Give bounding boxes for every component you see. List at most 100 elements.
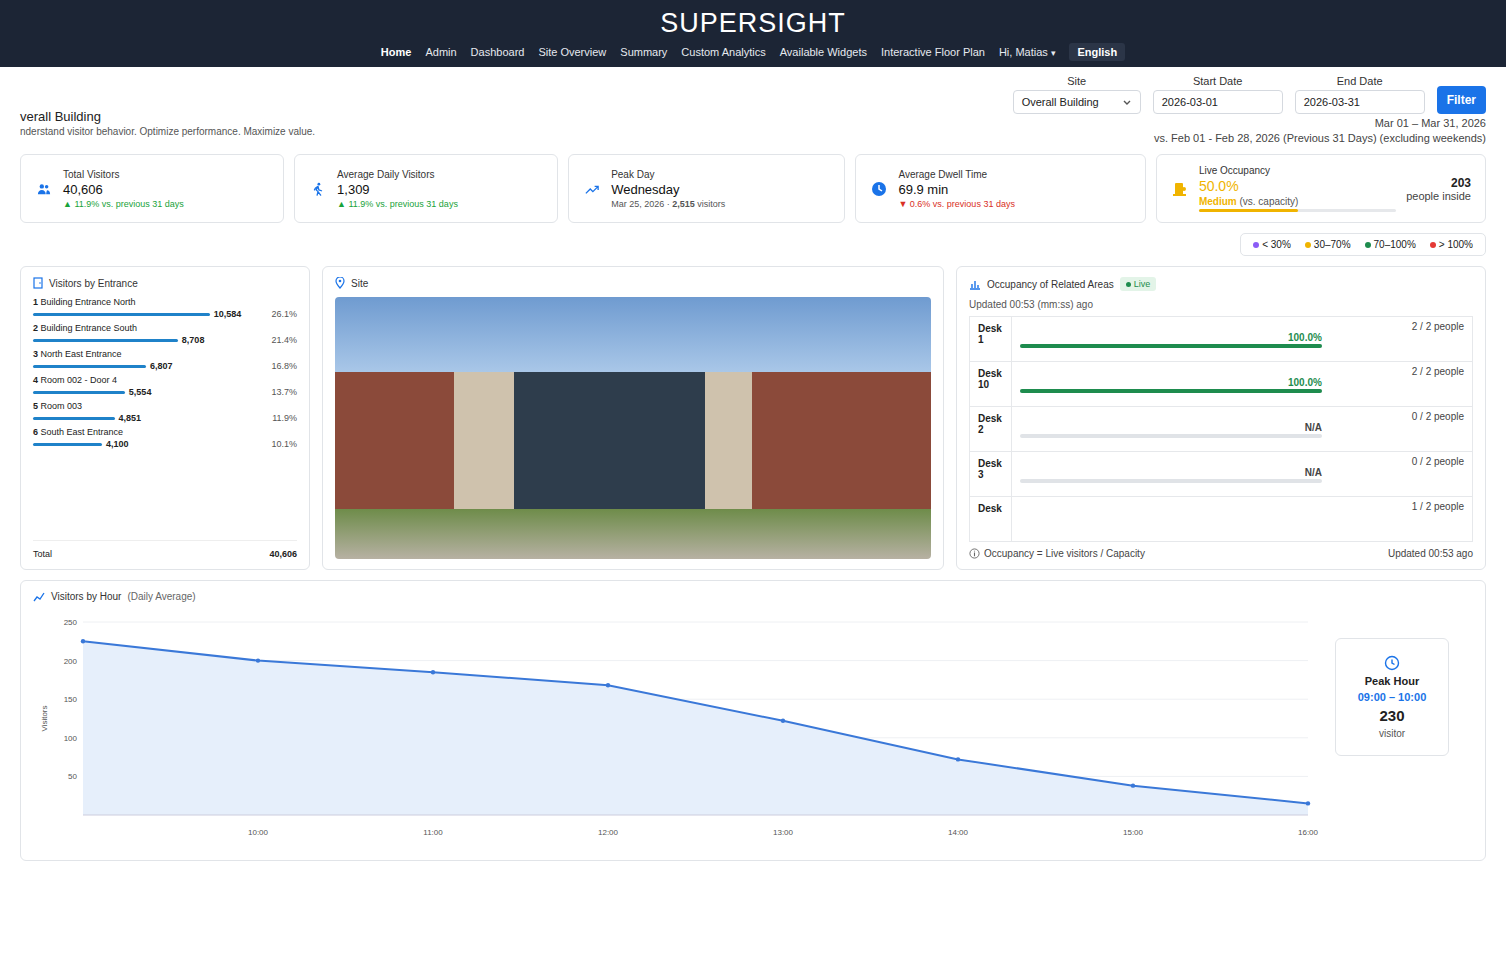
entrance-row[interactable]: 1 Building Entrance North 10,584 26.1% — [33, 297, 297, 319]
entrance-count: 6,807 — [150, 361, 173, 371]
occupancy-row[interactable]: Desk 10 2 / 2 people 100.0% — [970, 362, 1472, 407]
entrance-share: 11.9% — [272, 413, 297, 423]
data-point[interactable] — [1131, 783, 1135, 787]
occupancy-meter — [1199, 209, 1396, 212]
kpi-icon — [583, 182, 601, 196]
site-photo — [335, 297, 931, 559]
panel-title: Site — [335, 277, 931, 289]
area-meter — [1020, 389, 1322, 393]
page-header: verall Building nderstand visitor behavi… — [20, 75, 1486, 144]
data-point[interactable] — [431, 670, 435, 674]
logo[interactable]: SUPERSIGHT — [660, 8, 846, 39]
area-name: Desk 10 — [970, 362, 1012, 406]
nav-link[interactable]: Summary — [620, 46, 667, 58]
kpi-body: Peak Day Wednesday Mar 25, 2026 · 2,515 … — [611, 169, 725, 209]
page-title: verall Building — [20, 109, 315, 124]
page-titles: verall Building nderstand visitor behavi… — [20, 75, 315, 137]
end-date-input[interactable]: 2026-03-31 — [1295, 90, 1425, 114]
info-icon — [969, 548, 980, 559]
occupancy-row[interactable]: Desk 1 / 2 people — [970, 497, 1472, 541]
nav-link[interactable]: Home — [381, 46, 412, 58]
occupancy-panel: Occupancy of Related Areas Live Updated … — [956, 266, 1486, 570]
data-point[interactable] — [956, 757, 960, 761]
entrance-share: 21.4% — [271, 335, 297, 345]
start-date-input[interactable]: 2026-03-01 — [1153, 90, 1283, 114]
site-panel: Site — [322, 266, 944, 570]
nav-link[interactable]: Admin — [425, 46, 456, 58]
entrance-row[interactable]: 4 Room 002 - Door 4 5,554 13.7% — [33, 375, 297, 397]
live-occupancy-card: Live Occupancy 50.0% Medium (vs. capacit… — [1156, 154, 1486, 223]
peak-unit: visitor — [1379, 728, 1405, 739]
data-point[interactable] — [606, 683, 610, 687]
data-point[interactable] — [81, 639, 85, 643]
nav-link[interactable]: Dashboard — [471, 46, 525, 58]
legend-item: 70–100% — [1365, 239, 1416, 250]
entrance-bar-line: 5,554 13.7% — [33, 387, 297, 397]
nav-link[interactable]: Site Overview — [538, 46, 606, 58]
legend-dot — [1305, 242, 1311, 248]
panel-title: Occupancy of Related Areas Live — [969, 277, 1473, 291]
entrance-bar-line: 6,807 16.8% — [33, 361, 297, 371]
kpi-detail: Mar 25, 2026 · 2,515 visitors — [611, 199, 725, 209]
end-date-field: End Date 2026-03-31 — [1295, 75, 1425, 114]
nav-link[interactable]: Custom Analytics — [681, 46, 765, 58]
x-tick: 13:00 — [773, 828, 794, 837]
entrance-share: 16.8% — [271, 361, 297, 371]
kpi-label: Live Occupancy — [1199, 165, 1396, 176]
x-tick: 15:00 — [1123, 828, 1144, 837]
area-value: 100.0% — [1020, 332, 1322, 343]
data-point[interactable] — [256, 658, 260, 662]
entrance-bar — [33, 313, 210, 316]
entrance-bar-area: 6,807 — [33, 361, 265, 371]
nav-link[interactable]: Available Widgets — [780, 46, 867, 58]
dashboard-page: SUPERSIGHT Home Admin Dashboard Site Overvi… — [0, 0, 1506, 972]
y-tick: 150 — [64, 695, 78, 704]
site-select[interactable]: Overall Building — [1013, 90, 1141, 114]
filter-button[interactable]: Filter — [1437, 86, 1486, 114]
kpi-value: 69.9 min — [898, 182, 1014, 197]
entrance-share: 10.1% — [271, 439, 297, 449]
end-date-label: End Date — [1337, 75, 1383, 87]
occupancy-row[interactable]: Desk 3 0 / 2 people N/A — [970, 452, 1472, 497]
occupancy-row[interactable]: Desk 1 2 / 2 people 100.0% — [970, 317, 1472, 362]
updated-note: Updated 00:53 (mm:ss) ago — [969, 299, 1473, 310]
occupancy-row[interactable]: Desk 2 0 / 2 people N/A — [970, 407, 1472, 452]
kpi-row: Total Visitors 40,606 ▲ 11.9% vs. previo… — [20, 154, 1486, 223]
kpi-label: Total Visitors — [63, 169, 184, 180]
panel-title: Visitors by Hour (Daily Average) — [33, 591, 1473, 602]
kpi-change: ▲ 11.9% vs. previous 31 days — [337, 199, 458, 209]
nav-links: Home Admin Dashboard Site Overview Summary Cu… — [381, 43, 1125, 61]
bar-chart-icon — [969, 278, 981, 290]
entrance-row[interactable]: 5 Room 003 4,851 11.9% — [33, 401, 297, 423]
language-select[interactable]: English — [1069, 43, 1125, 61]
site-field: Site Overall Building — [1013, 75, 1141, 114]
area-meter — [1020, 344, 1322, 348]
kpi-change: ▲ 11.9% vs. previous 31 days — [63, 199, 184, 209]
kpi-body: Total Visitors 40,606 ▲ 11.9% vs. previo… — [63, 169, 184, 209]
entrance-row[interactable]: 6 South East Entrance 4,100 10.1% — [33, 427, 297, 449]
grid-line — [83, 622, 1308, 623]
area-bar-box: 100.0% — [1020, 377, 1322, 393]
area-name: Desk 2 — [970, 407, 1012, 451]
top-nav: SUPERSIGHT Home Admin Dashboard Site Overvi… — [0, 0, 1506, 67]
nav-link[interactable]: Interactive Floor Plan — [881, 46, 985, 58]
area-value: N/A — [1020, 467, 1322, 478]
peak-range: 09:00 – 10:00 — [1358, 691, 1427, 703]
data-point[interactable] — [1306, 801, 1310, 805]
area-cell: 0 / 2 people N/A — [1012, 452, 1472, 496]
entrance-name: 4 Room 002 - Door 4 — [33, 375, 297, 385]
entrance-name: 3 North East Entrance — [33, 349, 297, 359]
kpi-value: Wednesday — [611, 182, 725, 197]
entrance-count: 8,708 — [182, 335, 205, 345]
kpi-icon — [870, 181, 888, 197]
user-menu[interactable]: Hi, Matias ▾ — [999, 46, 1056, 58]
kpi-icon — [309, 182, 327, 196]
entrance-bar — [33, 339, 178, 342]
data-point[interactable] — [781, 719, 785, 723]
peak-hour-card: Peak Hour 09:00 – 10:00 230 visitor — [1335, 638, 1449, 756]
x-tick: 14:00 — [948, 828, 969, 837]
entrance-count: 4,851 — [119, 413, 142, 423]
entrance-row[interactable]: 2 Building Entrance South 8,708 21.4% — [33, 323, 297, 345]
entrance-row[interactable]: 3 North East Entrance 6,807 16.8% — [33, 349, 297, 371]
x-tick: 12:00 — [598, 828, 619, 837]
